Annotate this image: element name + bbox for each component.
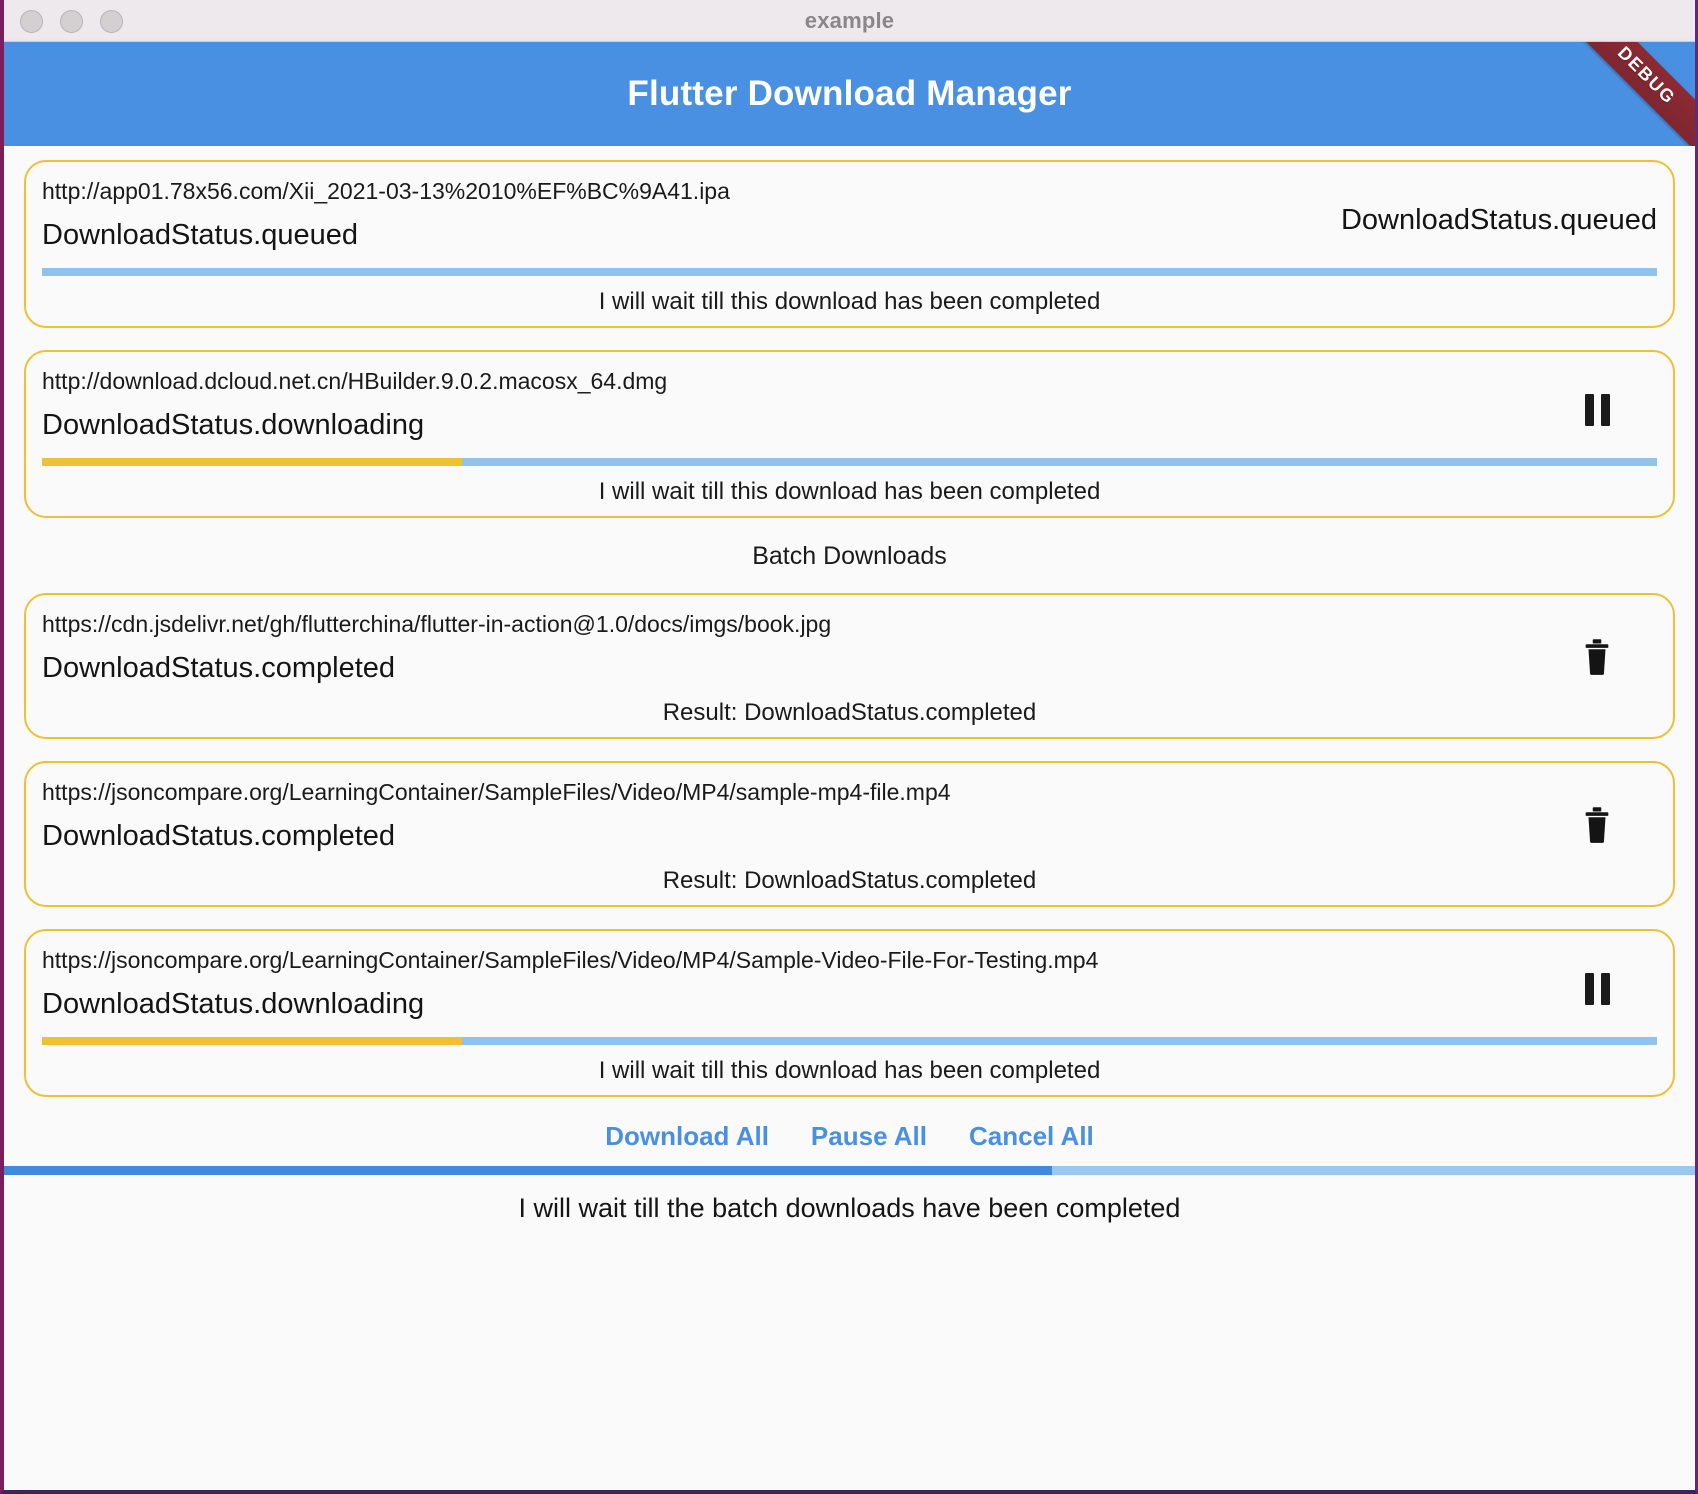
download-trailing[interactable] bbox=[1537, 611, 1657, 682]
download-progress-bar bbox=[42, 268, 1657, 276]
app-bar: Flutter Download Manager DEBUG bbox=[4, 42, 1695, 146]
download-trailing: DownloadStatus.queued bbox=[1341, 178, 1657, 237]
download-list: http://app01.78x56.com/Xii_2021-03-13%20… bbox=[4, 146, 1695, 1490]
download-result: Result: DownloadStatus.completed bbox=[662, 699, 1037, 726]
window-title: example bbox=[804, 7, 895, 33]
download-trailing[interactable] bbox=[1537, 947, 1657, 1005]
download-hint: I will wait till this download has been … bbox=[598, 288, 1101, 315]
download-trailing[interactable] bbox=[1537, 368, 1657, 426]
download-status: DownloadStatus.downloading bbox=[42, 988, 425, 1020]
download-progress-fill bbox=[42, 458, 462, 466]
batch-section-title: Batch Downloads bbox=[752, 542, 947, 570]
batch-hint: I will wait till the batch downloads hav… bbox=[518, 1193, 1181, 1223]
download-url: http://app01.78x56.com/Xii_2021-03-13%20… bbox=[42, 178, 730, 204]
download-hint: I will wait till this download has been … bbox=[598, 478, 1101, 505]
download-card[interactable]: http://app01.78x56.com/Xii_2021-03-13%20… bbox=[24, 160, 1675, 328]
window-titlebar: example bbox=[4, 0, 1695, 42]
pause-icon[interactable] bbox=[1584, 394, 1610, 426]
debug-banner: DEBUG bbox=[1566, 42, 1695, 146]
pause-all-button[interactable]: Pause All bbox=[807, 1119, 931, 1154]
download-progress-bar bbox=[42, 458, 1657, 466]
download-trailing[interactable] bbox=[1537, 779, 1657, 850]
batch-download-card[interactable]: https://cdn.jsdelivr.net/gh/flutterchina… bbox=[24, 593, 1675, 739]
download-card[interactable]: http://download.dcloud.net.cn/HBuilder.9… bbox=[24, 350, 1675, 518]
cancel-all-button[interactable]: Cancel All bbox=[965, 1119, 1098, 1154]
download-status-trailing: DownloadStatus.queued bbox=[1340, 204, 1657, 236]
close-window-button[interactable] bbox=[20, 9, 43, 33]
batch-progress-bar bbox=[4, 1166, 1695, 1175]
download-status: DownloadStatus.queued bbox=[42, 219, 359, 251]
download-url: https://cdn.jsdelivr.net/gh/flutterchina… bbox=[42, 611, 832, 637]
download-status: DownloadStatus.completed bbox=[42, 820, 396, 852]
batch-download-card[interactable]: https://jsoncompare.org/LearningContaine… bbox=[24, 761, 1675, 907]
app-window: example Flutter Download Manager DEBUG h… bbox=[0, 0, 1698, 1494]
minimize-window-button[interactable] bbox=[60, 9, 83, 33]
batch-download-card[interactable]: https://jsoncompare.org/LearningContaine… bbox=[24, 929, 1675, 1097]
batch-actions: Download All Pause All Cancel All bbox=[24, 1119, 1675, 1154]
download-progress-bar bbox=[42, 1037, 1657, 1045]
trash-icon[interactable] bbox=[1580, 805, 1614, 850]
page-title: Flutter Download Manager bbox=[627, 74, 1072, 113]
batch-progress-fill bbox=[4, 1166, 1053, 1175]
download-status: DownloadStatus.completed bbox=[42, 652, 396, 684]
download-url: https://jsoncompare.org/LearningContaine… bbox=[42, 947, 1099, 973]
trash-icon[interactable] bbox=[1580, 637, 1614, 682]
download-status: DownloadStatus.downloading bbox=[42, 409, 425, 441]
download-url: https://jsoncompare.org/LearningContaine… bbox=[42, 779, 951, 805]
window-traffic-lights bbox=[20, 0, 123, 42]
download-all-button[interactable]: Download All bbox=[601, 1119, 773, 1154]
download-hint: I will wait till this download has been … bbox=[598, 1057, 1101, 1084]
download-result: Result: DownloadStatus.completed bbox=[662, 867, 1037, 894]
zoom-window-button[interactable] bbox=[100, 9, 123, 33]
download-progress-fill bbox=[42, 1037, 462, 1045]
pause-icon[interactable] bbox=[1584, 973, 1610, 1005]
download-url: http://download.dcloud.net.cn/HBuilder.9… bbox=[42, 368, 668, 394]
